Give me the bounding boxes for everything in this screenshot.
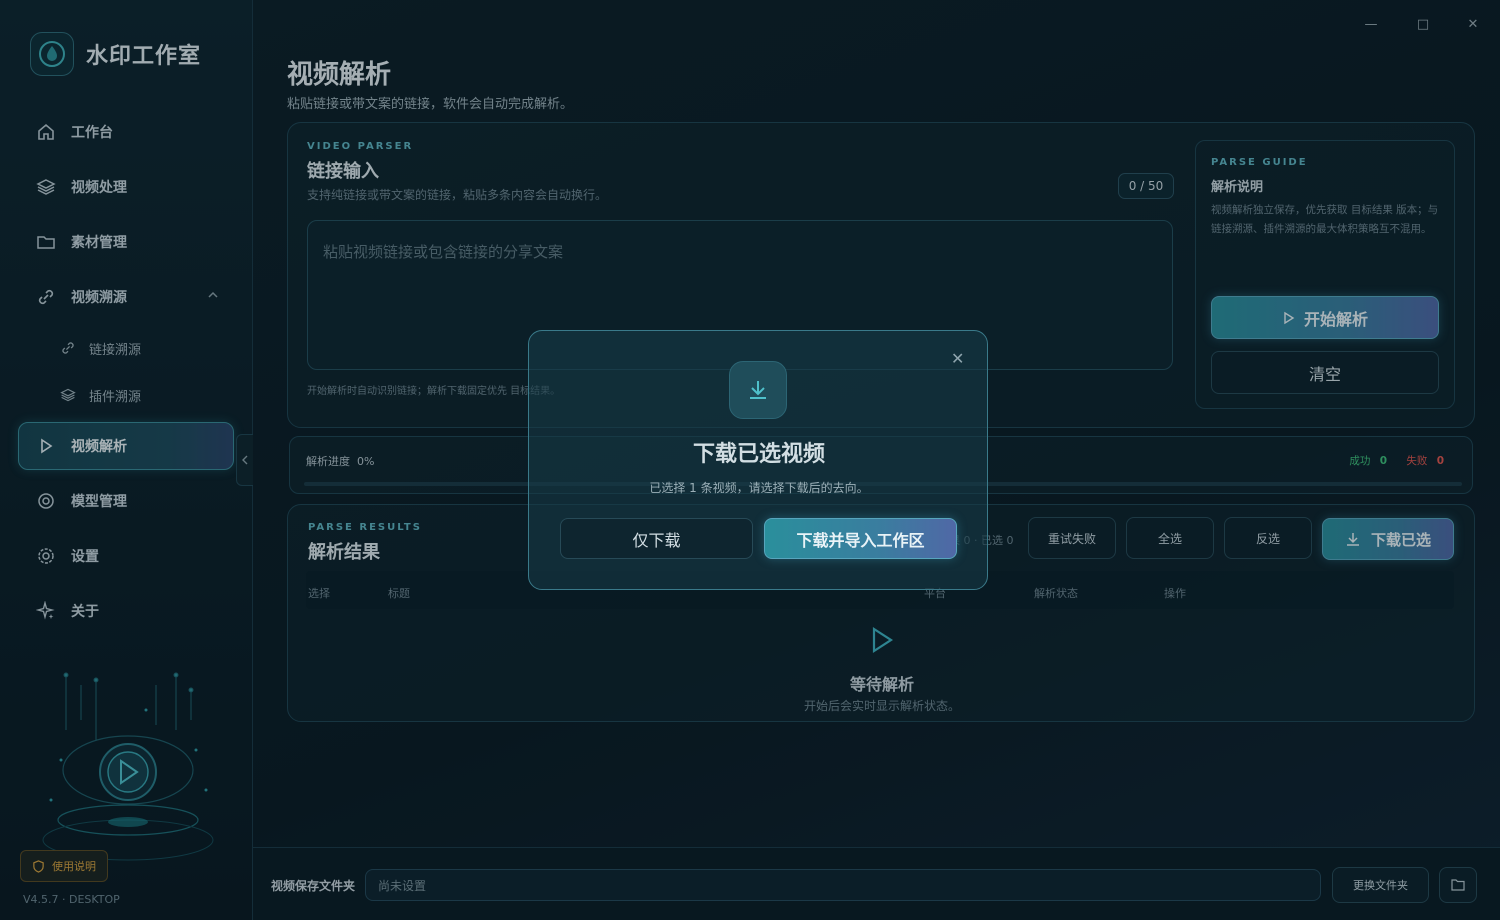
dialog-title: 下载已选视频 <box>692 442 825 467</box>
download-icon <box>729 361 787 419</box>
download-only-button[interactable]: 仅下载 <box>560 518 753 559</box>
dialog-subtitle: 已选择 1 条视频，请选择下载后的去向。 <box>649 481 869 495</box>
download-dialog: ✕ 下载已选视频 已选择 1 条视频，请选择下载后的去向。 仅下载 下载并导入工… <box>528 330 988 590</box>
download-and-import-button[interactable]: 下载并导入工作区 <box>764 518 957 559</box>
dialog-close-button[interactable]: ✕ <box>951 349 964 368</box>
